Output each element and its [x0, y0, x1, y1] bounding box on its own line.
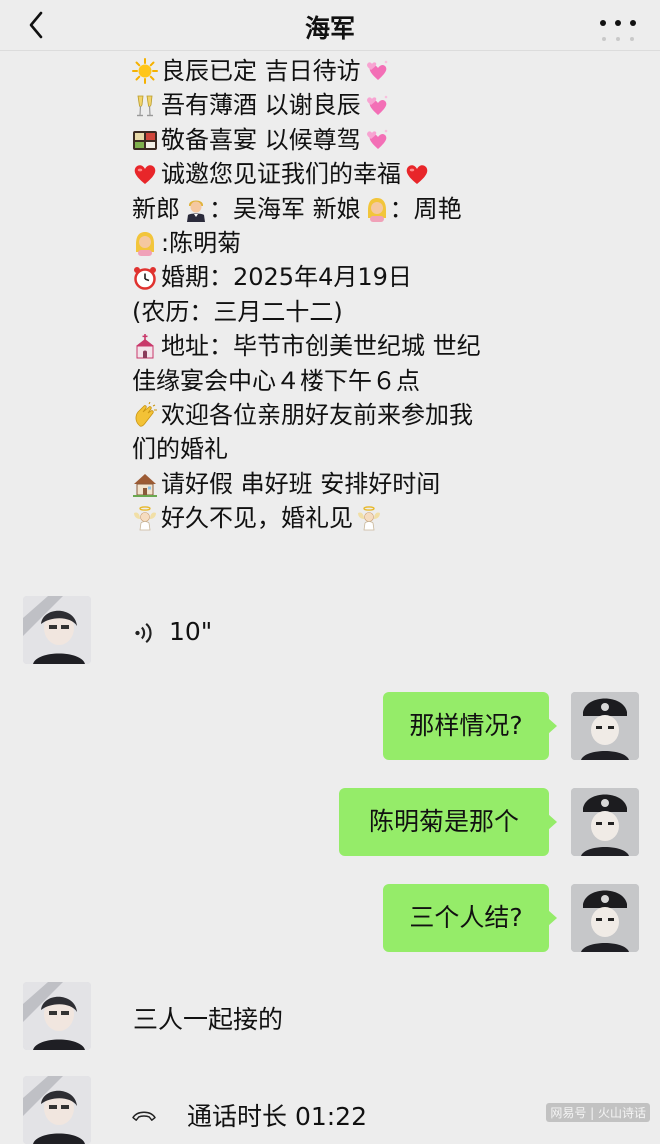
voice-wave-icon	[131, 620, 155, 644]
heart-icon	[404, 161, 430, 187]
clap-icon	[132, 402, 158, 428]
line-text: 诚邀您见证我们的幸福	[161, 160, 401, 189]
invitation-line: :陈明菊	[132, 226, 572, 260]
wedding-invitation-message: 良辰已定 吉日待访 吾有薄酒 以谢良辰 敬备喜宴 以候尊驾 诚邀您见证我们的幸福…	[132, 54, 572, 535]
bride-icon	[364, 196, 390, 222]
angel-icon	[132, 505, 158, 531]
line-text: 欢迎各位亲朋好友前来参加我	[161, 400, 473, 429]
sparkle-hearts-icon	[364, 58, 390, 84]
line-text: 佳缘宴会中心４楼下午６点	[132, 366, 420, 395]
watermark: 网易号 | 火山诗话	[546, 1103, 650, 1122]
incoming-message-text[interactable]: 三人一起接的	[133, 1000, 283, 1036]
line-text: 好久不见，婚礼见	[161, 504, 353, 533]
angel-icon	[356, 505, 382, 531]
contact-avatar[interactable]	[23, 596, 91, 664]
line-text: 们的婚礼	[132, 435, 228, 464]
sparkle-hearts-icon	[364, 127, 390, 153]
voice-message[interactable]: 10"	[131, 617, 212, 646]
my-avatar[interactable]	[571, 884, 639, 952]
line-text: ：吴海军 新娘	[209, 194, 361, 223]
line-text: 地址：毕节市创美世纪城 世纪	[161, 332, 481, 361]
bento-icon	[132, 127, 158, 153]
contact-avatar[interactable]	[23, 982, 91, 1050]
invitation-line: 地址：毕节市创美世纪城 世纪	[132, 329, 572, 363]
invitation-line: 请好假 串好班 安排好时间	[132, 467, 572, 501]
line-text: (农历：三月二十二)	[132, 297, 343, 326]
outgoing-message-bubble[interactable]: 那样情况?	[383, 692, 557, 760]
sun-icon	[132, 58, 158, 85]
call-record[interactable]: 通话时长 01:22	[131, 1097, 367, 1133]
invitation-line: 欢迎各位亲朋好友前来参加我	[132, 398, 572, 432]
my-avatar[interactable]	[571, 692, 639, 760]
invitation-line: 新郎 ：吴海军 新娘 ：周艳	[132, 192, 572, 226]
call-duration-text: 通话时长 01:22	[187, 1102, 367, 1131]
phone-icon	[131, 1102, 171, 1128]
line-text: 吾有薄酒 以谢良辰	[161, 91, 361, 120]
church-icon	[132, 333, 158, 359]
champagne-icon	[132, 93, 158, 119]
invitation-line: 敬备喜宴 以候尊驾	[132, 123, 572, 157]
invitation-line: 婚期：2025年4月19日	[132, 260, 572, 294]
line-text: 敬备喜宴 以候尊驾	[161, 125, 361, 154]
line-text: 婚期：2025年4月19日	[161, 263, 412, 292]
line-text: :陈明菊	[161, 228, 242, 257]
invitation-line: 们的婚礼	[132, 432, 572, 466]
groom-icon	[183, 196, 209, 222]
alarm-clock-icon	[132, 265, 158, 291]
outgoing-message-bubble[interactable]: 三个人结?	[383, 884, 557, 952]
bride-icon	[132, 230, 158, 256]
house-icon	[132, 471, 158, 497]
invitation-line: 佳缘宴会中心４楼下午６点	[132, 364, 572, 398]
heart-icon	[132, 161, 158, 187]
invitation-line: 好久不见，婚礼见	[132, 501, 572, 535]
outgoing-message-bubble[interactable]: 陈明菊是那个	[339, 788, 557, 856]
contact-avatar[interactable]	[23, 1076, 91, 1144]
line-text: 请好假 串好班 安排好时间	[161, 469, 441, 498]
navigation-bar: 海军	[0, 0, 660, 51]
my-avatar[interactable]	[571, 788, 639, 856]
voice-duration: 10"	[169, 617, 213, 646]
invitation-line: 诚邀您见证我们的幸福	[132, 157, 572, 191]
chat-title: 海军	[304, 14, 355, 43]
invitation-line: 良辰已定 吉日待访	[132, 54, 572, 88]
more-dots-icon[interactable]	[596, 12, 640, 42]
sparkle-hearts-icon	[364, 93, 390, 119]
invitation-line: 吾有薄酒 以谢良辰	[132, 88, 572, 122]
line-text: 良辰已定 吉日待访	[161, 57, 361, 85]
line-text: 新郎	[132, 194, 180, 223]
invitation-line: (农历：三月二十二)	[132, 295, 572, 329]
line-text: ：周艳	[389, 194, 462, 223]
